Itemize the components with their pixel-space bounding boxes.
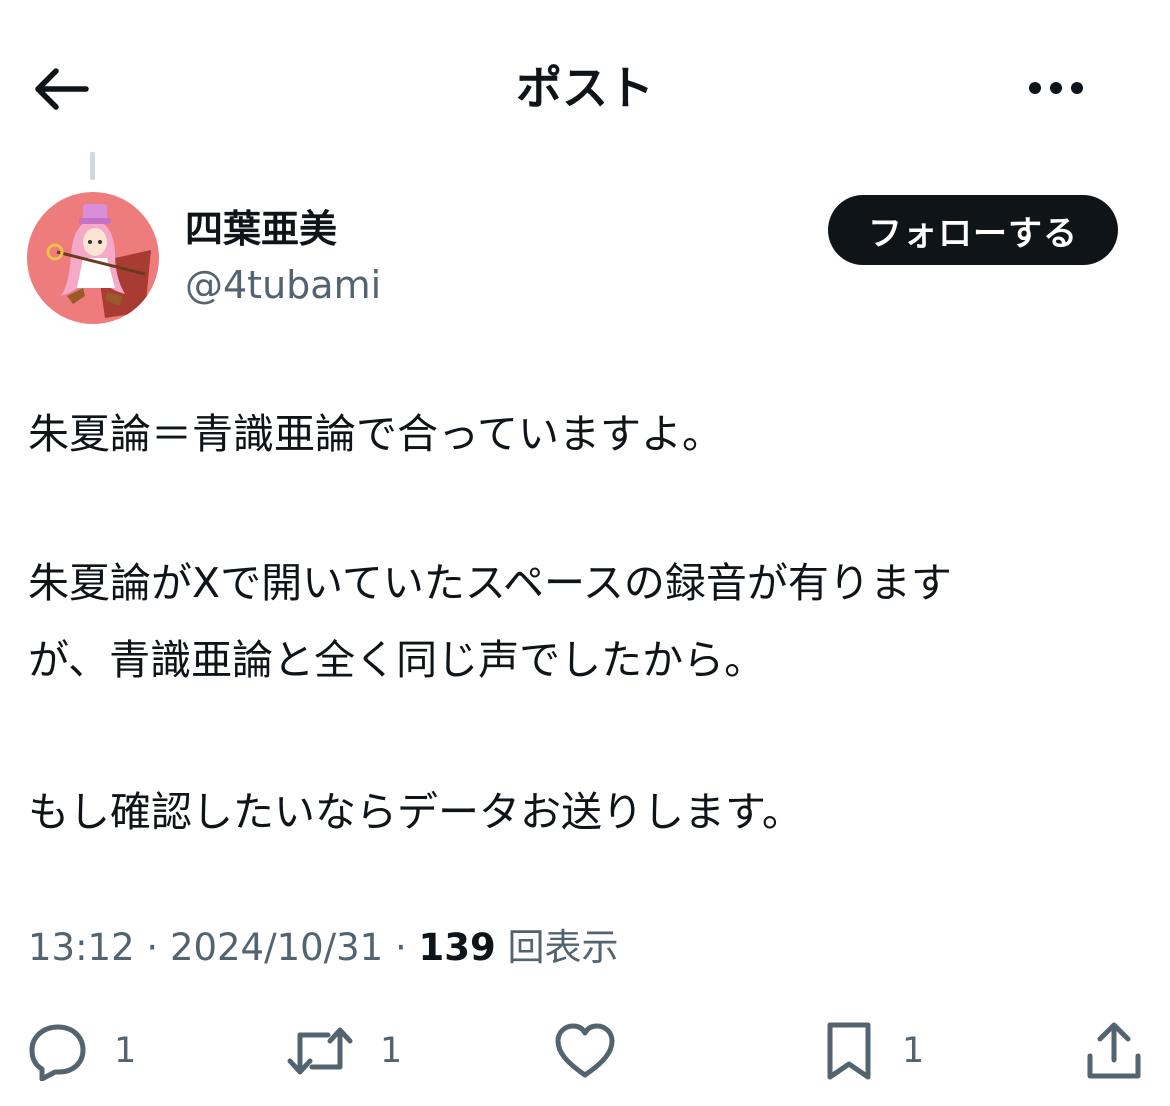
views-label: 回表示 <box>507 926 619 969</box>
post-meta: 13:12 · 2024/10/31 · 139 回表示 <box>28 920 619 976</box>
avatar[interactable] <box>27 192 159 324</box>
repost-icon <box>287 1027 353 1075</box>
author-display-name[interactable]: 四葉亜美 <box>185 203 337 255</box>
heart-icon <box>555 1023 615 1078</box>
follow-button[interactable]: フォローする <box>828 195 1118 265</box>
post-text-line: 朱夏論＝青識亜論で合っていますよ。 <box>28 410 723 458</box>
thread-connector-line <box>90 152 95 180</box>
post-date[interactable]: 2024/10/31 <box>170 926 383 969</box>
post-time[interactable]: 13:12 <box>28 926 135 969</box>
meta-separator: · <box>146 926 159 969</box>
author-handle[interactable]: @4tubami <box>185 259 381 311</box>
share-button[interactable] <box>1084 1018 1170 1084</box>
like-button[interactable] <box>554 1018 642 1084</box>
avatar-image <box>27 192 159 324</box>
bookmark-button[interactable]: 1 <box>822 1018 924 1084</box>
share-icon <box>1087 1022 1141 1079</box>
bookmark-icon <box>827 1022 871 1080</box>
reply-button[interactable]: 1 <box>28 1018 136 1084</box>
reply-icon <box>29 1024 86 1081</box>
repost-button[interactable]: 1 <box>286 1018 402 1084</box>
bookmark-count: 1 <box>902 1031 925 1071</box>
post-text-line: もし確認したいならデータお送りします。 <box>28 788 803 836</box>
more-horizontal-icon <box>1029 82 1083 94</box>
post-text-line: 朱夏論がXで開いていたスペースの録音が有ります <box>28 559 952 607</box>
more-options-button[interactable] <box>1020 62 1092 114</box>
post-text-line: が、青識亜論と全く同じ声でしたから。 <box>28 636 766 684</box>
meta-separator: · <box>394 926 407 969</box>
top-bar: ポスト <box>0 0 1170 150</box>
reply-count: 1 <box>114 1031 137 1071</box>
views-count: 139 <box>418 926 496 969</box>
repost-count: 1 <box>380 1031 403 1071</box>
page-title: ポスト <box>516 61 654 115</box>
